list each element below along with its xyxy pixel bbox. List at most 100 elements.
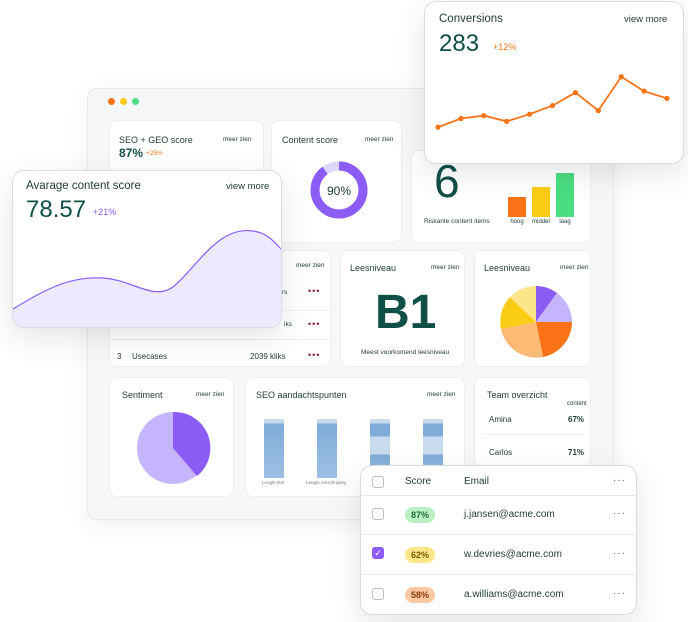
row-checkbox[interactable]: [372, 588, 384, 600]
conversions-point: [458, 115, 464, 122]
risk-bar-laag: [556, 173, 574, 217]
leesniveau-pie-title: Leesniveau: [484, 263, 531, 273]
seo-geo-title: SEO + GEO score: [119, 135, 193, 145]
conversions-point: [664, 95, 670, 101]
seo-geo-value: 87%: [119, 146, 144, 160]
seo-bar: [317, 419, 337, 478]
content-score-card: Content score meer zien 90%: [271, 120, 402, 243]
window-minimize-dot[interactable]: [120, 98, 127, 105]
usecase-row-1-value: rs: [282, 289, 288, 296]
conversions-card: Conversions view more 283 +12%: [424, 1, 684, 164]
score-badge: 62%: [405, 547, 435, 563]
team-member-value: 67%: [568, 415, 585, 424]
team-member-value: 71%: [568, 448, 585, 457]
row-divider: [361, 574, 638, 575]
conversions-delta: +12%: [493, 42, 517, 52]
email-column-header[interactable]: Email: [464, 476, 489, 487]
row-checkbox[interactable]: [372, 508, 384, 520]
usecase-row-3-name: Usecases: [132, 352, 168, 361]
usecases-more-link[interactable]: meer zien: [296, 262, 325, 269]
sentiment-pie-chart: [137, 411, 211, 484]
row-divider: [361, 495, 638, 496]
conversions-line: [437, 75, 668, 129]
risk-bar-label: hoog: [510, 219, 524, 225]
usecase-row-2-menu[interactable]: •••: [308, 319, 320, 329]
leesniveau-pie-card: Leesniveau meer zien: [474, 250, 591, 367]
seo-bar: [264, 419, 284, 478]
conversions-line-chart: [435, 74, 670, 130]
content-score-value: 90%: [326, 184, 352, 198]
leesniveau-b1-value: B1: [375, 286, 437, 339]
risk-bar-hoog: [508, 197, 526, 217]
seo-geo-more-link[interactable]: meer zien: [223, 136, 252, 143]
team-member-name: Amina: [489, 415, 512, 424]
email-cell[interactable]: j.jansen@acme.com: [464, 509, 555, 520]
avg-score-value: 78.57: [26, 196, 87, 223]
risk-bar-chart: hoog middel laag: [508, 173, 578, 225]
risk-bar-label: middel: [532, 219, 550, 225]
content-score-title: Content score: [282, 135, 339, 145]
score-table-card: Score Email ··· 87% j.jansen@acme.com ··…: [360, 465, 638, 615]
row-more-icon[interactable]: ···: [613, 548, 626, 559]
risk-bar-middel: [532, 187, 550, 217]
avg-score-title: Avarage content score: [26, 180, 141, 192]
sentiment-title: Sentiment: [122, 390, 163, 400]
header-more-icon[interactable]: ···: [613, 475, 626, 486]
email-cell[interactable]: a.williams@acme.com: [464, 589, 564, 600]
usecase-row-1-menu[interactable]: •••: [308, 286, 320, 296]
conversions-point: [481, 113, 487, 119]
avg-score-area-chart: [13, 230, 281, 327]
row-divider: [483, 434, 584, 435]
email-cell[interactable]: w.devries@acme.com: [464, 549, 562, 560]
conversions-point: [618, 74, 624, 80]
team-column-header: content: [567, 401, 587, 407]
leesniveau-b1-more-link[interactable]: meer zien: [431, 264, 460, 271]
team-card: Team overzicht content Amina 67% Carlos …: [474, 377, 591, 467]
row-divider: [361, 534, 638, 535]
avg-score-card: Avarage content score view more 78.57 +2…: [12, 170, 282, 328]
leesniveau-pie-chart: [500, 285, 572, 358]
avg-score-more-link[interactable]: view more: [226, 181, 269, 192]
avg-score-delta: +21%: [93, 207, 117, 217]
conversions-point: [435, 124, 441, 130]
seo-points-more-link[interactable]: meer zien: [427, 391, 456, 398]
seo-points-title: SEO aandachtspunten: [256, 390, 347, 400]
score-badge: 58%: [405, 587, 435, 603]
row-more-icon[interactable]: ···: [613, 588, 626, 599]
row-divider: [110, 339, 332, 340]
usecase-row-2-value: iks: [284, 321, 292, 328]
conversions-value: 283: [439, 30, 480, 57]
seo-points-label-2: Lengte omschrijving: [306, 480, 347, 485]
usecase-row-3-menu[interactable]: •••: [308, 350, 320, 360]
sentiment-more-link[interactable]: meer zien: [196, 391, 225, 398]
conversions-more-link[interactable]: view more: [624, 14, 667, 25]
conversions-point: [572, 90, 578, 96]
row-checkbox-checked[interactable]: ✓: [372, 547, 384, 559]
conversions-title: Conversions: [439, 13, 503, 25]
seo-points-label-1: Lengte titel: [262, 480, 285, 485]
team-member-name: Carlos: [489, 448, 513, 457]
team-title: Team overzicht: [487, 390, 548, 400]
select-all-checkbox[interactable]: [372, 476, 384, 488]
conversions-point: [504, 118, 510, 124]
score-badge: 87%: [405, 507, 435, 523]
leesniveau-b1-card: Leesniveau meer zien B1 Meest voorkomend…: [340, 250, 465, 367]
score-column-header[interactable]: Score: [405, 476, 431, 487]
content-score-more-link[interactable]: meer zien: [365, 136, 394, 143]
conversions-point: [641, 88, 647, 94]
leesniveau-b1-title: Leesniveau: [350, 263, 397, 273]
seo-geo-delta: +25%: [146, 150, 163, 157]
leesniveau-b1-label: Meest voorkomend leesniveau: [361, 349, 450, 356]
sentiment-card: Sentiment meer zien: [109, 377, 234, 497]
risk-label: Riskante content items: [424, 218, 490, 225]
window-close-dot[interactable]: [108, 98, 115, 105]
usecase-row-3-number: 3: [117, 352, 122, 361]
leesniveau-pie-more-link[interactable]: meer zien: [560, 264, 589, 271]
conversions-point: [527, 111, 533, 117]
risk-bar-label: laag: [559, 219, 571, 225]
conversions-point: [595, 108, 601, 114]
row-more-icon[interactable]: ···: [613, 508, 626, 519]
conversions-point: [549, 102, 556, 109]
usecase-row-3-value: 2039 kliks: [250, 352, 286, 361]
window-zoom-dot[interactable]: [132, 98, 139, 105]
